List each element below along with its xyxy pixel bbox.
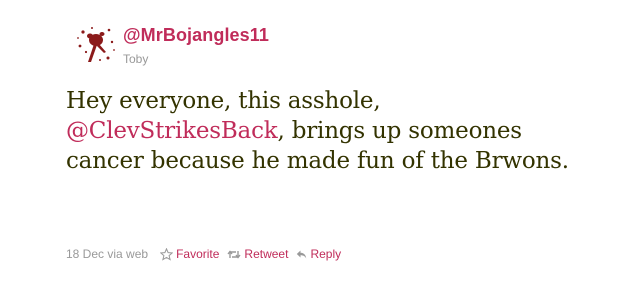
reply-label: Reply: [310, 247, 342, 261]
retweet-button[interactable]: Retweet: [227, 247, 288, 261]
reply-button[interactable]: Reply: [296, 247, 341, 261]
tweet-text-part: Hey everyone, this asshole,: [66, 88, 381, 114]
via-source: via web: [107, 247, 149, 261]
retweet-icon: [227, 249, 241, 260]
favorite-button[interactable]: Favorite: [160, 247, 219, 261]
retweet-label: Retweet: [244, 247, 289, 261]
user-avatar[interactable]: [74, 22, 118, 66]
timestamp-link[interactable]: 18 Dec: [66, 247, 104, 261]
favorite-label: Favorite: [176, 247, 220, 261]
tweet-text: Hey everyone, this asshole, @ClevStrikes…: [66, 86, 596, 176]
user-handle-link[interactable]: @MrBojangles11: [123, 25, 269, 46]
reply-icon: [296, 249, 307, 260]
star-icon: [160, 247, 174, 261]
user-display-name: Toby: [123, 52, 149, 66]
tweet-card: @MrBojangles11 Toby Hey everyone, this a…: [0, 0, 620, 283]
tweet-meta: 18 Dec via web Favorite Retweet Reply: [66, 247, 341, 261]
blood-splatter-icon: [77, 27, 115, 62]
mention-link[interactable]: @ClevStrikesBack: [66, 118, 278, 144]
